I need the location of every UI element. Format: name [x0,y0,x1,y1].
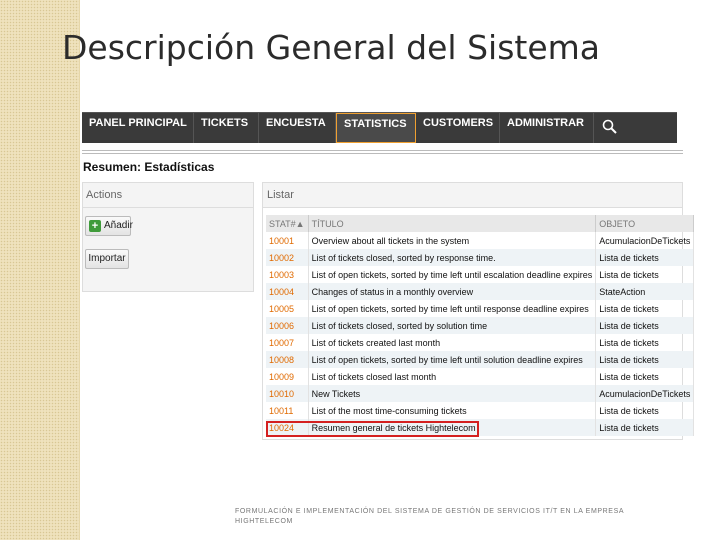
stat-number-link[interactable]: 10001 [266,232,309,249]
stat-object-cell: AcumulacionDeTickets [595,232,695,249]
column-header-title[interactable]: TÍTULO [308,215,597,232]
table-row[interactable]: 10006 List of tickets closed, sorted by s… [266,317,695,334]
divider [82,153,683,154]
side-band-divider [79,0,80,540]
stat-object-cell: Lista de tickets [595,300,695,317]
stat-title-cell: List of open tickets, sorted by time lef… [308,300,597,317]
stat-number-link[interactable]: 10003 [266,266,309,283]
slide-title: Descripción General del Sistema [62,28,601,67]
table-row[interactable]: 10005 List of open tickets, sorted by tim… [266,300,695,317]
stat-title-cell: List of tickets closed, sorted by soluti… [308,317,597,334]
nav-statistics[interactable]: STATISTICS [336,113,416,143]
stat-number-link[interactable]: 10008 [266,351,309,368]
nav-administrar[interactable]: ADMINISTRAR [500,113,594,143]
stat-number-link[interactable]: 10006 [266,317,309,334]
stat-title-cell: List of the most time-consuming tickets [308,402,597,419]
stat-title-cell: List of open tickets, sorted by time lef… [308,351,597,368]
stat-object-cell: Lista de tickets [595,249,695,266]
stat-object-cell: Lista de tickets [595,368,695,385]
table-row[interactable]: 10007 List of tickets created last month L… [266,334,695,351]
table-row[interactable]: 10008 List of open tickets, sorted by tim… [266,351,695,368]
stat-number-link[interactable]: 10010 [266,385,309,402]
stat-object-cell: Lista de tickets [595,351,695,368]
table-row[interactable]: 10011 List of the most time-consuming tic… [266,402,695,419]
nav-label: STATISTICS [344,118,407,130]
nav-encuesta[interactable]: ENCUESTA [259,113,336,143]
stat-object-cell: StateAction [595,283,695,300]
statistics-table: STAT#▲ TÍTULO OBJETO 10001 Overview about… [266,215,695,436]
divider [82,150,683,151]
plus-icon: + [89,220,101,232]
column-header-object[interactable]: OBJETO [595,215,695,232]
stat-number-link[interactable]: 10007 [266,334,309,351]
page-heading: Resumen: Estadísticas [83,160,215,174]
slide-footer: FORMULACIÓN E IMPLEMENTACIÓN DEL SISTEMA… [235,508,624,525]
table-row[interactable]: 10009 List of tickets closed last month Li… [266,368,695,385]
nav-label: TICKETS [201,117,249,129]
table-row[interactable]: 10010 New Tickets AcumulacionDeTickets [266,385,695,402]
stat-title-cell: New Tickets [308,385,597,402]
stat-title-cell: List of tickets closed last month [308,368,597,385]
stat-number-link[interactable]: 10011 [266,402,309,419]
decorative-side-band [0,0,79,540]
highlight-box [266,421,479,437]
stat-title-cell: Changes of status in a monthly overview [308,283,597,300]
nav-tickets[interactable]: TICKETS [194,113,259,143]
add-button-label: Añadir [104,220,133,231]
stat-title-cell: Overview about all tickets in the system [308,232,597,249]
table-row[interactable]: 10003 List of open tickets, sorted by tim… [266,266,695,283]
top-navbar: PANEL PRINCIPAL TICKETS ENCUESTA STATIST… [82,112,677,143]
stat-number-link[interactable]: 10005 [266,300,309,317]
table-row[interactable]: 10002 List of tickets closed, sorted by r… [266,249,695,266]
table-header-row: STAT#▲ TÍTULO OBJETO [266,215,695,232]
table-body: 10001 Overview about all tickets in the s… [266,232,695,436]
nav-customers[interactable]: CUSTOMERS [416,113,500,143]
import-button[interactable]: Importar [85,249,129,269]
stat-object-cell: Lista de tickets [595,419,695,436]
stat-number-link[interactable]: 10009 [266,368,309,385]
stat-number-link[interactable]: 10004 [266,283,309,300]
stat-title-cell: List of open tickets, sorted by time lef… [308,266,597,283]
app-screenshot: PANEL PRINCIPAL TICKETS ENCUESTA STATIST… [82,112,695,442]
table-row[interactable]: 10004 Changes of status in a monthly over… [266,283,695,300]
stat-object-cell: Lista de tickets [595,266,695,283]
stat-object-cell: Lista de tickets [595,334,695,351]
actions-title: Actions [83,183,253,208]
stat-object-cell: AcumulacionDeTickets [595,385,695,402]
table-row[interactable]: 10001 Overview about all tickets in the s… [266,232,695,249]
stat-title-cell: List of tickets created last month [308,334,597,351]
search-icon[interactable] [595,115,625,139]
nav-label: ENCUESTA [266,117,326,129]
stat-title-cell: List of tickets closed, sorted by respon… [308,249,597,266]
add-button[interactable]: + Añadir [85,216,133,236]
nav-panel-principal[interactable]: PANEL PRINCIPAL [82,113,194,143]
nav-label: ADMINISTRAR [507,117,584,129]
list-title: Listar [263,183,682,208]
nav-label: CUSTOMERS [423,117,494,129]
nav-label: PANEL PRINCIPAL [89,117,187,129]
stat-object-cell: Lista de tickets [595,317,695,334]
stat-number-link[interactable]: 10002 [266,249,309,266]
stat-object-cell: Lista de tickets [595,402,695,419]
column-header-stat[interactable]: STAT#▲ [266,215,309,232]
actions-panel: Actions + Añadir Importar [82,182,254,292]
